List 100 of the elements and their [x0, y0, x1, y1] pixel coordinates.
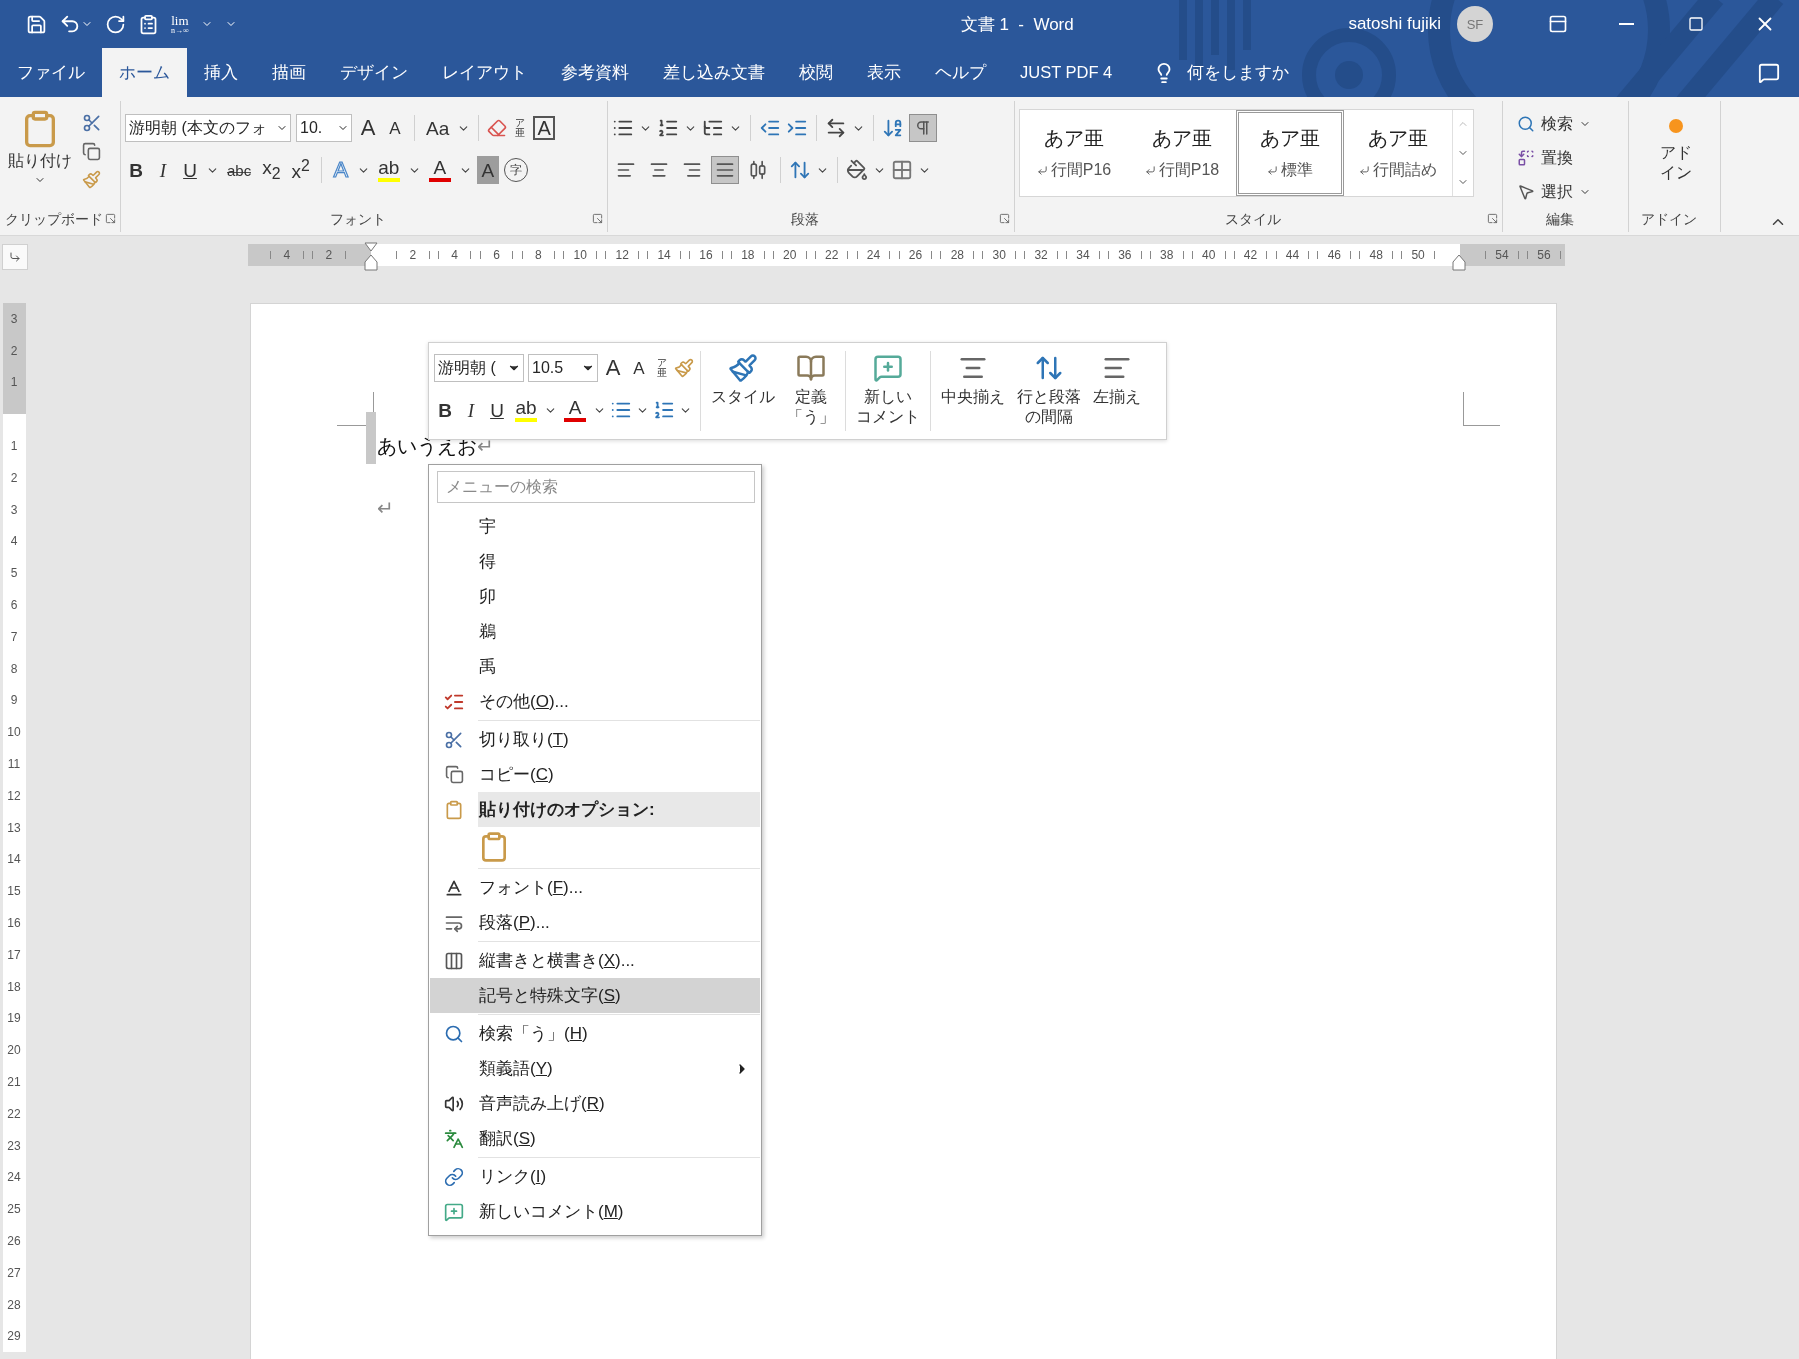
font-name-field[interactable]: 游明朝 (本文のフォ [125, 114, 291, 142]
redo-icon[interactable] [105, 13, 126, 35]
underline-button[interactable]: U [486, 396, 508, 424]
launcher-icon[interactable] [592, 213, 603, 224]
menu-item[interactable]: リンク(I) [430, 1159, 760, 1194]
menu-item[interactable]: 新しいコメント(M) [430, 1194, 760, 1229]
new-comment-button[interactable]: 新しい コメント [852, 347, 924, 435]
menu-item[interactable]: 宇 [430, 509, 760, 544]
font-name-field[interactable]: 游明朝 ( [434, 354, 524, 382]
translate-icon [444, 1128, 464, 1149]
character-border-button[interactable]: A [533, 116, 556, 140]
font-size-field[interactable]: 10.5 [528, 354, 598, 382]
paint-bucket-icon[interactable] [846, 159, 868, 181]
ribbon-tab[interactable]: 校閲 [782, 48, 850, 97]
ribbon-tab[interactable]: デザイン [323, 48, 425, 97]
eraser-icon[interactable] [487, 118, 508, 138]
font-size-field[interactable]: 10. [296, 114, 352, 142]
ribbon-tab[interactable]: JUST PDF 4 [1003, 48, 1130, 97]
book-icon[interactable] [796, 353, 826, 383]
menu-item[interactable]: 得 [430, 544, 760, 579]
ribbon-tab[interactable]: ヘルプ [918, 48, 1003, 97]
launcher-icon[interactable] [105, 213, 116, 224]
character-shading-button[interactable]: A [476, 156, 499, 184]
font-color-button[interactable]: A [561, 396, 589, 424]
grow-font-button[interactable]: A [357, 114, 379, 142]
menu-item[interactable]: 切り取り(T) [430, 722, 760, 757]
ribbon-tab[interactable]: 差し込み文書 [646, 48, 782, 97]
text-direction-icon[interactable] [825, 117, 847, 139]
style-item[interactable]: あア亜 標準 [1236, 110, 1344, 196]
format-painter-icon[interactable] [674, 358, 694, 378]
ribbon-tab[interactable]: レイアウト [425, 48, 544, 97]
phonetic-guide-button[interactable]: ア亜 [512, 114, 529, 142]
menu-item[interactable]: 卯 [430, 579, 760, 614]
define-button[interactable]: 定義 「う」 [783, 347, 839, 435]
justify-button[interactable] [711, 156, 739, 184]
ribbon-tab[interactable]: 参考資料 [544, 48, 646, 97]
menu-item[interactable]: 鵜 [430, 614, 760, 649]
center-button[interactable]: 中央揃え [937, 347, 1009, 435]
menu-item[interactable]: その他(O)... [430, 684, 760, 719]
comment-icon[interactable] [873, 353, 903, 383]
bold-button[interactable]: B [125, 156, 147, 184]
find-button[interactable]: 検索 [1517, 109, 1591, 139]
styles-icon[interactable] [728, 353, 758, 383]
launcher-icon[interactable] [1487, 213, 1498, 224]
save-icon[interactable] [26, 13, 47, 35]
menu-item[interactable]: 禹 [430, 649, 760, 684]
menu-item[interactable]: 段落(P)... [430, 905, 760, 940]
ribbon-tab[interactable]: 表示 [850, 48, 918, 97]
launcher-icon[interactable] [999, 213, 1010, 224]
change-case-button[interactable]: Aa [423, 114, 453, 142]
highlight-button[interactable]: ab [374, 156, 403, 184]
user-name: satoshi fujiki [1348, 14, 1441, 34]
script-button[interactable]: x$^{2}$ [288, 156, 313, 184]
menu-item[interactable]: 検索「う」(H) [430, 1016, 760, 1051]
grow-font-button[interactable]: A [602, 354, 624, 382]
script-button[interactable]: x$_{2}$ [259, 156, 284, 184]
shrink-font-button[interactable]: A [628, 354, 650, 382]
menu-item[interactable]: 縦書きと横書き(X)... [430, 943, 760, 978]
menu-item[interactable]: 音声読み上げ(R) [430, 1086, 760, 1121]
numbering-icon[interactable] [657, 117, 679, 139]
ribbon-tab[interactable]: 挿入 [187, 48, 255, 97]
show-marks-button[interactable] [909, 114, 937, 142]
menu-item[interactable]: 翻訳(S) [430, 1121, 760, 1156]
document-icon[interactable] [138, 13, 159, 35]
copy-icon[interactable] [82, 142, 101, 161]
search-icon [1517, 115, 1535, 133]
underline-button[interactable]: U [179, 156, 201, 184]
shrink-font-button[interactable]: A [384, 114, 406, 142]
menu-search-field[interactable]: メニューの検索 [437, 471, 755, 503]
numbering-icon[interactable] [653, 399, 675, 421]
spacing-button[interactable]: 行と段落 の間隔 [1013, 347, 1085, 435]
align-left-button[interactable]: 左揃え [1089, 347, 1145, 435]
styles-button[interactable]: スタイル [707, 347, 779, 435]
sort-icon[interactable] [882, 117, 904, 139]
undo-icon[interactable] [59, 13, 81, 35]
line-spacing-icon[interactable] [789, 159, 811, 181]
bold-button[interactable]: B [434, 396, 456, 424]
highlight-button[interactable]: ab [512, 396, 540, 424]
menu-item[interactable]: コピー(C) [430, 757, 760, 792]
italic-button[interactable]: I [152, 156, 174, 184]
panel-icon [1547, 14, 1568, 34]
ribbon-tab[interactable]: 描画 [255, 48, 323, 97]
select-button[interactable]: 選択 [1517, 177, 1591, 207]
equation-button[interactable]: lim n→∞ [171, 13, 189, 35]
italic-button[interactable]: I [460, 396, 482, 424]
paste-button[interactable]: 貼り付け [4, 107, 76, 208]
ribbon-tab[interactable]: ファイル [0, 48, 102, 97]
indent-marker[interactable] [364, 242, 378, 272]
menu-item[interactable]: フォント(F)... [430, 870, 760, 905]
scissors-icon[interactable] [82, 113, 102, 133]
menu-item[interactable]: 記号と特殊文字(S) [430, 978, 760, 1013]
font-color-button[interactable]: A [425, 156, 454, 184]
menu-item[interactable]: 類義語(Y) [430, 1051, 760, 1086]
replace-button[interactable]: 置換 [1517, 143, 1591, 173]
addin-button[interactable]: アドイン [1659, 107, 1692, 208]
borders-icon[interactable] [891, 159, 913, 181]
tell-me-field[interactable]: 何をしますか [1187, 61, 1290, 84]
ribbon-tab[interactable]: ホーム [102, 48, 187, 97]
phonetic-guide-button[interactable]: ア亜 [654, 354, 670, 382]
paragraph-mark: ↵ [377, 496, 394, 520]
